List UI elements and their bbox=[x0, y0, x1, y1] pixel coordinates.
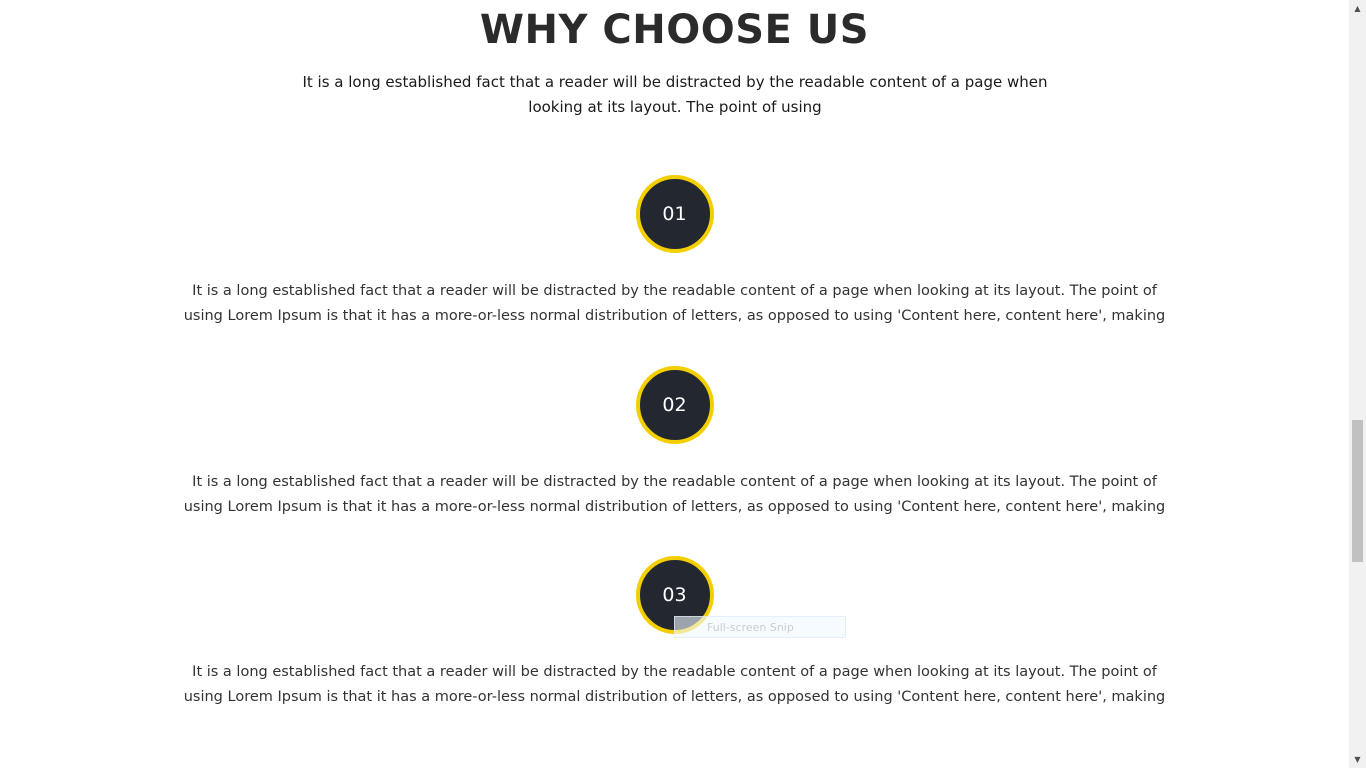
scroll-up-arrow-icon[interactable]: ▲ bbox=[1349, 0, 1366, 17]
snip-label: Full-screen Snip bbox=[707, 621, 794, 634]
snip-tooltip: Full-screen Snip bbox=[674, 616, 846, 638]
scrollbar-thumb[interactable] bbox=[1352, 420, 1363, 562]
feature-item-01: 01 It is a long established fact that a … bbox=[0, 175, 1349, 329]
feature-number: 02 bbox=[662, 394, 687, 416]
feature-description: It is a long established fact that a rea… bbox=[183, 664, 1166, 705]
feature-description: It is a long established fact that a rea… bbox=[183, 474, 1166, 515]
scroll-down-arrow-icon[interactable]: ▼ bbox=[1349, 751, 1366, 768]
page: WHY CHOOSE US It is a long established f… bbox=[0, 0, 1349, 768]
section-title: WHY CHOOSE US bbox=[479, 7, 870, 53]
feature-number-badge: 02 bbox=[635, 366, 714, 444]
feature-item-02: 02 It is a long established fact that a … bbox=[0, 366, 1349, 520]
feature-number: 01 bbox=[662, 203, 687, 225]
feature-number: 03 bbox=[662, 584, 687, 606]
feature-number-badge: 01 bbox=[635, 175, 714, 253]
feature-description: It is a long established fact that a rea… bbox=[183, 283, 1166, 324]
vertical-scrollbar[interactable]: ▲ ▼ bbox=[1349, 0, 1366, 768]
section-intro: It is a long established fact that a rea… bbox=[302, 73, 1048, 116]
